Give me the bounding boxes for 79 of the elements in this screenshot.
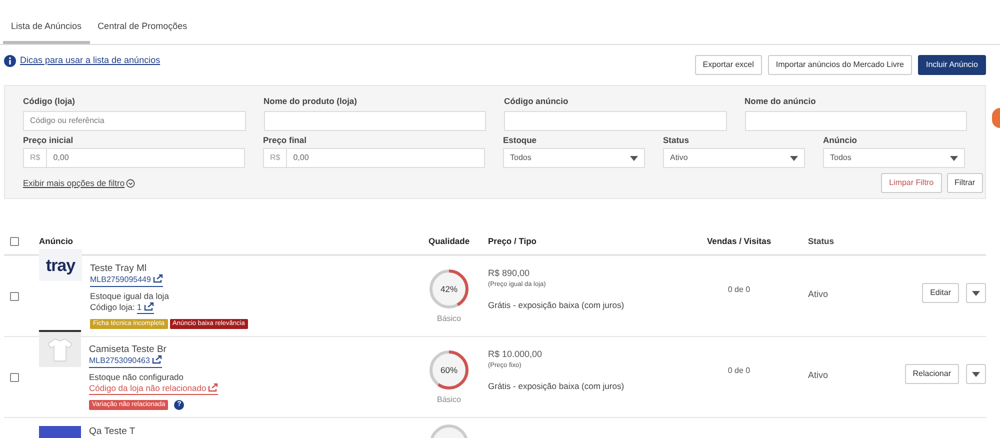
price-field[interactable]: R$ 0,00 [23,148,245,168]
listing-type: Grátis - exposição baixa (com juros) [488,380,626,392]
field-value: 0,00 [292,152,310,164]
column-header: Qualidade [428,235,470,248]
field-label: Nome do anúncio [744,95,817,107]
external-link-icon [152,274,163,283]
quality-label: Básico [436,394,461,406]
clear-filter-button[interactable]: Limpar Filtro [881,173,942,193]
caret-icon [972,372,980,376]
quality-label: Básico [436,313,461,325]
external-link-icon [144,302,154,311]
logo: tray [39,249,82,281]
store-code-link[interactable]: 1 [136,302,154,314]
field-label: Anúncio [823,134,858,146]
select-field[interactable]: Todos [503,148,645,168]
status-text: Ativo [808,370,828,380]
stock-info: Estoque igual da loja [90,291,170,302]
field-label: Preço inicial [23,134,74,146]
listing-code-link[interactable]: MLB2753090463 [89,355,162,368]
sales-visits: 0 de 0 [728,365,750,377]
column-header: Vendas / Visitas [706,235,772,248]
chevron-down-icon [126,178,135,188]
quality-percent: 60% [440,365,458,375]
caret-icon [972,290,980,296]
sales-visits: 0 de 0 [728,284,750,296]
dropdown-button[interactable] [966,364,986,384]
caret-icon [630,156,638,160]
currency-prefix: R$ [264,149,288,167]
text-field[interactable] [264,110,486,130]
quality-percent: 42% [440,284,458,294]
quality-ring [427,348,471,392]
select-field[interactable]: Todos [823,148,965,168]
checkbox[interactable] [10,237,19,246]
price: R$ 10.000,00 [488,348,544,360]
field-value: 0,00 [52,152,70,164]
price: R$ 890,00 [488,266,531,280]
field-label: Nome do produto (loja) [264,95,358,107]
field-label: Código (loja) [23,95,76,107]
dropdown-button[interactable] [966,283,986,303]
more-filters-link[interactable]: Exibir mais opções de filtro [23,176,135,190]
listing-title: Camiseta Teste Br [89,344,168,355]
tab[interactable]: Central de Promoções [90,20,196,44]
toolbar-button[interactable]: Importar anúncios do Mercado Livre [768,55,912,75]
text-field[interactable] [504,110,726,130]
store-code-label: Código loja: [90,302,135,314]
action-button[interactable]: Relacionar [904,364,959,384]
text-field[interactable]: Código ou referência [23,110,246,130]
listing-type: Grátis - exposição baixa (com juros) [488,298,626,312]
listing-code-link[interactable]: MLB2759095449 [90,274,163,287]
external-link-icon [208,383,218,392]
info-icon [4,54,16,67]
field-label: Preço final [263,134,308,146]
field-label: Estoque [503,134,538,146]
stock-info: Estoque não configurado [89,372,185,383]
toolbar-button[interactable]: Incluir Anúncio [918,55,986,75]
listing-title: Qa Teste T [89,426,136,437]
checkbox[interactable] [10,372,19,382]
field-label: Código anúncio [504,95,570,107]
action-button[interactable]: Editar [922,283,959,303]
caret-icon [950,156,958,160]
field-label: Status [663,134,690,146]
price-field[interactable]: R$ 0,00 [263,148,485,168]
column-header: Anúncio [39,235,74,248]
column-header: Preço / Tipo [488,236,536,246]
quality-ring [427,267,471,311]
checkbox[interactable] [10,292,19,300]
column-header: Status [808,236,834,246]
text-field[interactable] [744,110,967,130]
listing-title: Teste Tray Ml [90,263,148,274]
select-field[interactable]: Ativo [663,148,805,168]
store-code-link[interactable]: Código da loja não relacionado [89,383,218,395]
tab[interactable]: Lista de Anúncios [3,20,90,44]
filter-button[interactable]: Filtrar [946,173,983,193]
external-link-icon [152,355,162,364]
status-text: Ativo [808,289,828,299]
help-link[interactable]: Dicas para usar a lista de anúncios [20,54,160,68]
toolbar-button[interactable]: Exportar excel [694,55,762,75]
caret-icon [790,156,798,160]
currency-prefix: R$ [24,149,48,167]
